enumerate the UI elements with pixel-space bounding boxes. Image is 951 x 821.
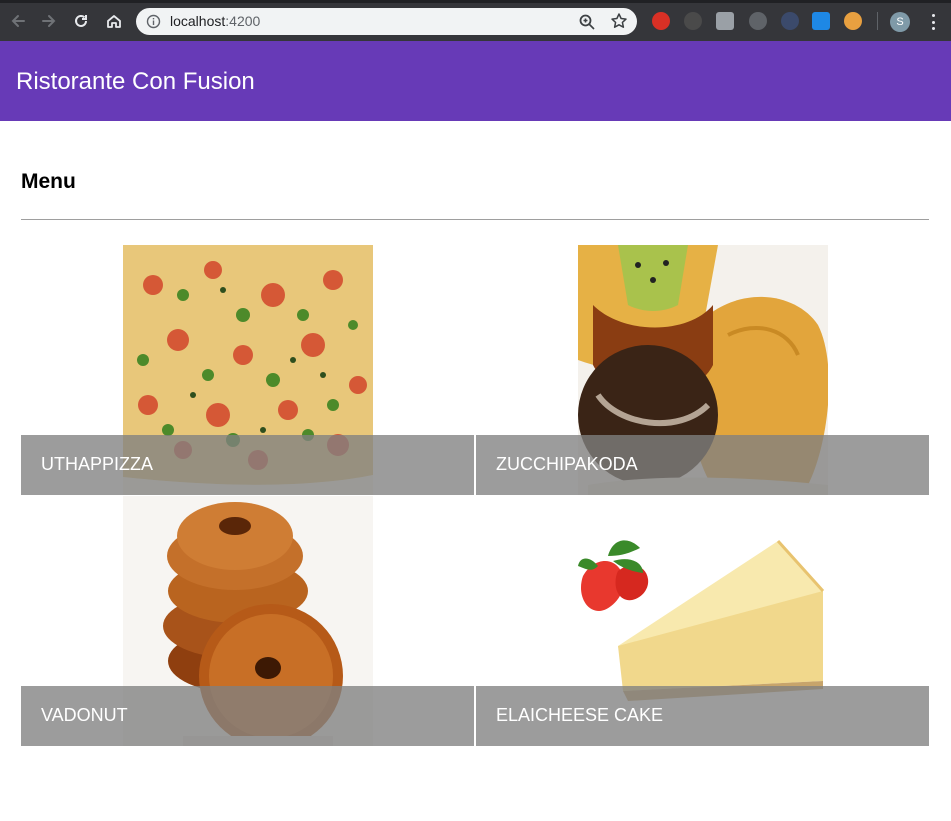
info-icon[interactable] [146, 14, 161, 29]
reload-button[interactable] [70, 10, 92, 32]
dish-tile[interactable]: ZUCCHIPAKODA [476, 245, 929, 495]
back-icon [11, 15, 25, 27]
dish-name: VADONUT [41, 705, 128, 725]
zoom-icon[interactable] [578, 13, 596, 31]
dish-tile[interactable]: ELAICHEESE CAKE [476, 496, 929, 746]
dish-tile[interactable]: UTHAPPIZZA [21, 245, 474, 495]
app-title: Ristorante Con Fusion [16, 68, 255, 95]
tile-footer: ELAICHEESE CAKE [476, 686, 929, 746]
tab-strip-edge [0, 0, 951, 3]
react-devtools-extension-icon[interactable] [781, 12, 799, 30]
profile-avatar[interactable]: S [890, 12, 910, 32]
divider [21, 219, 929, 220]
forward-icon [42, 15, 56, 27]
s-extension-icon[interactable] [812, 12, 830, 30]
address-bar[interactable]: localhost:4200 [136, 8, 637, 35]
kebab-menu-icon[interactable] [926, 13, 940, 31]
adblock-extension-icon[interactable] [652, 12, 670, 30]
url-text[interactable]: localhost:4200 [170, 13, 260, 29]
dish-tile[interactable]: VADONUT [21, 496, 474, 746]
dish-name: ZUCCHIPAKODA [496, 454, 638, 474]
counter-extension-icon[interactable] [716, 12, 734, 30]
dish-name: UTHAPPIZZA [41, 454, 154, 474]
menu-heading: Menu [21, 170, 76, 193]
url-port: :4200 [225, 13, 261, 29]
ghostery-extension-icon[interactable] [684, 12, 702, 30]
extension-separator [877, 12, 878, 30]
forward-button[interactable] [38, 10, 60, 32]
app-toolbar: Ristorante Con Fusion [0, 41, 951, 121]
tile-footer: UTHAPPIZZA [21, 435, 474, 495]
reload-icon [75, 14, 87, 27]
bookmark-star-icon[interactable] [610, 12, 628, 30]
home-button[interactable] [103, 10, 125, 32]
back-button[interactable] [7, 10, 29, 32]
dish-name: ELAICHEESE CAKE [496, 705, 664, 725]
tile-footer: VADONUT [21, 686, 474, 746]
tile-footer: ZUCCHIPAKODA [476, 435, 929, 495]
url-host: localhost [170, 13, 226, 29]
browser-chrome: localhost:4200 S [0, 0, 951, 41]
chrome-extension-icon[interactable] [844, 12, 862, 30]
home-icon [107, 15, 121, 28]
cursor-extension-icon[interactable] [749, 12, 767, 30]
